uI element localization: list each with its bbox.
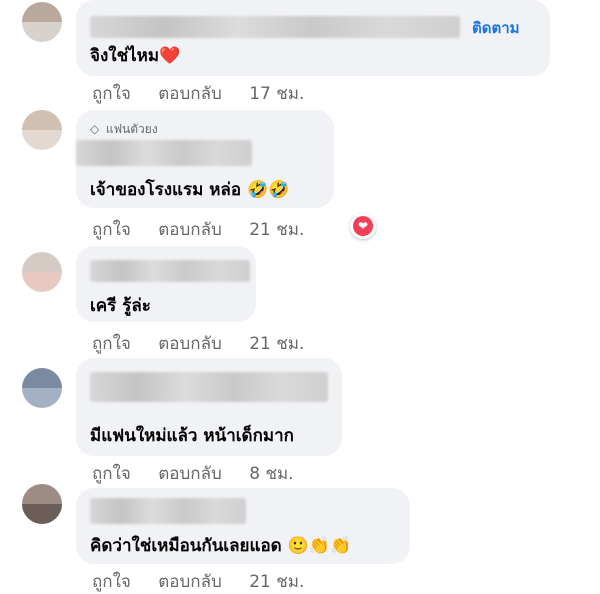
- like-link[interactable]: ถูกใจ: [92, 568, 131, 594]
- timestamp[interactable]: 21 ชม.: [249, 216, 304, 243]
- redacted-name: [90, 372, 328, 402]
- follow-link[interactable]: ติดตาม: [472, 16, 520, 40]
- reply-link[interactable]: ตอบกลับ: [158, 80, 222, 107]
- heart-icon: ❤: [353, 216, 373, 236]
- reply-link[interactable]: ตอบกลับ: [158, 460, 222, 487]
- comment-actions: ถูกใจ ตอบกลับ 21 ชม.: [92, 216, 304, 243]
- reply-link[interactable]: ตอบกลับ: [158, 330, 222, 357]
- top-fan-badge: ◇ แฟนตัวยง: [90, 122, 158, 136]
- avatar[interactable]: [22, 484, 62, 524]
- comment-bubble: คิดว่าใช่เหมือนกันเลยแอด 🙂👏👏: [76, 488, 410, 564]
- timestamp[interactable]: 21 ชม.: [249, 330, 304, 357]
- love-reaction[interactable]: ❤: [350, 213, 376, 239]
- like-link[interactable]: ถูกใจ: [92, 216, 131, 243]
- like-link[interactable]: ถูกใจ: [92, 330, 131, 357]
- comment-text: เจ้าของโรงแรม หล่อ: [90, 180, 242, 200]
- diamond-icon: ◇: [90, 122, 100, 136]
- like-link[interactable]: ถูกใจ: [92, 80, 131, 107]
- comment-bubble: ติดตาม จิงใช่ไหม❤️: [76, 0, 550, 76]
- comment-actions: ถูกใจ ตอบกลับ 21 ชม.: [92, 330, 304, 357]
- comment-bubble: มีแฟนใหม่แล้ว หน้าเด็กมาก: [76, 358, 342, 456]
- comment-text: คิดว่าใช่เหมือนกันเลยแอด: [90, 536, 282, 556]
- reply-link[interactable]: ตอบกลับ: [158, 568, 222, 594]
- comment-text: มีแฟนใหม่แล้ว หน้าเด็กมาก: [90, 426, 294, 446]
- comment-actions: ถูกใจ ตอบกลับ 17 ชม.: [92, 80, 304, 107]
- avatar[interactable]: [22, 368, 62, 408]
- timestamp[interactable]: 17 ชม.: [249, 80, 304, 107]
- comment-actions: ถูกใจ ตอบกลับ 8 ชม.: [92, 460, 294, 487]
- timestamp[interactable]: 8 ชม.: [249, 460, 293, 487]
- redacted-name: [90, 260, 250, 282]
- timestamp[interactable]: 21 ชม.: [249, 568, 304, 594]
- avatar[interactable]: [22, 110, 62, 150]
- redacted-name: [76, 140, 252, 166]
- avatar[interactable]: [22, 252, 62, 292]
- redacted-name: [90, 16, 460, 38]
- rofl-emoji-icon: 🤣🤣: [246, 180, 290, 200]
- comment-bubble: เครี รู้ล่ะ: [76, 246, 256, 322]
- reply-link[interactable]: ตอบกลับ: [158, 216, 222, 243]
- comment-text: จิงใช่ไหม: [90, 46, 160, 66]
- avatar[interactable]: [22, 2, 62, 42]
- smile-clap-emoji-icon: 🙂👏👏: [287, 536, 352, 556]
- comment-actions: ถูกใจ ตอบกลับ 21 ชม.: [92, 568, 304, 594]
- comment-bubble: ◇ แฟนตัวยง เจ้าของโรงแรม หล่อ 🤣🤣: [76, 110, 334, 208]
- redacted-name: [90, 498, 246, 524]
- comment-text: เครี รู้ล่ะ: [90, 296, 151, 316]
- heart-emoji-icon: ❤️: [159, 46, 181, 66]
- like-link[interactable]: ถูกใจ: [92, 460, 131, 487]
